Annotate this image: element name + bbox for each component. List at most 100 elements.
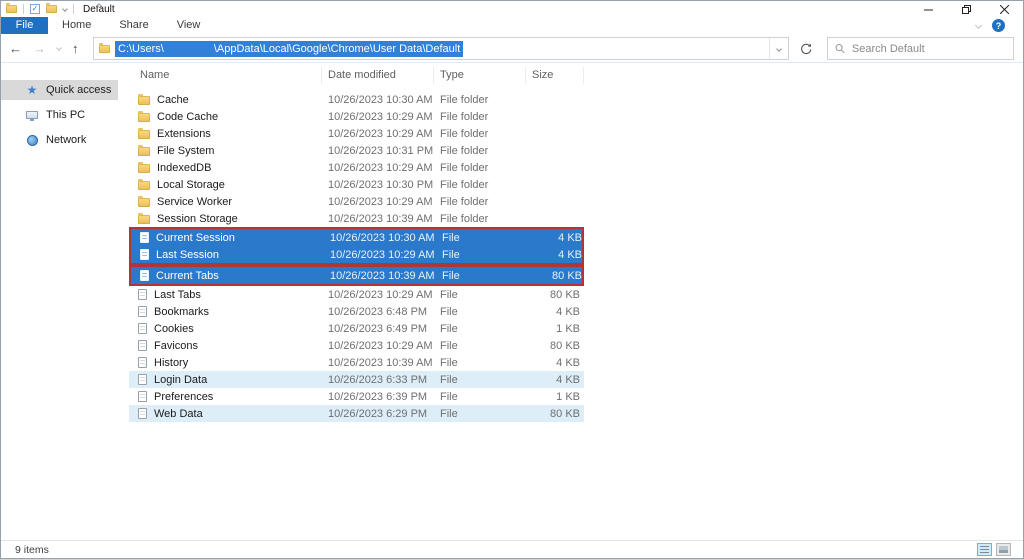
- table-row[interactable]: Current Session 10/26/2023 10:30 AM File 4 …: [131, 229, 582, 246]
- file-type: File folder: [440, 93, 489, 106]
- file-date: 10/26/2023 10:31 PM: [328, 144, 434, 157]
- address-folder-icon: [99, 42, 110, 53]
- table-row[interactable]: Extensions 10/26/2023 10:29 AM File folder: [129, 125, 584, 142]
- table-row[interactable]: Cache 10/26/2023 10:30 AM File folder: [129, 91, 584, 108]
- table-row[interactable]: IndexedDB 10/26/2023 10:29 AM File folder: [129, 159, 584, 176]
- file-name-cell: Web Data: [129, 408, 322, 420]
- table-row[interactable]: Web Data 10/26/2023 6:29 PM File 80 KB: [129, 405, 584, 422]
- file-date: 10/26/2023 10:29 AM: [328, 161, 433, 174]
- file-type: File folder: [440, 178, 489, 191]
- close-button[interactable]: [985, 1, 1023, 17]
- tab-view[interactable]: View: [163, 17, 215, 34]
- column-header-name[interactable]: Name: [126, 67, 322, 84]
- address-path-selected: C:\Users\ \AppData\Local\Google\Chrome\Us…: [115, 40, 464, 57]
- file-name-cell: Cache: [129, 93, 322, 106]
- file-name: Web Data: [154, 407, 203, 420]
- search-icon: [835, 44, 845, 54]
- sidebar-item-quick-access[interactable]: Quick access: [1, 80, 118, 100]
- file-icon: [138, 374, 147, 385]
- file-type: File: [440, 288, 458, 301]
- refresh-button[interactable]: [795, 37, 817, 60]
- table-row[interactable]: Last Tabs 10/26/2023 10:29 AM File 80 KB: [129, 286, 584, 303]
- annotation-red-box: Current Tabs 10/26/2023 10:39 AM File 80 KB: [129, 265, 584, 286]
- file-icon: [138, 306, 147, 317]
- minimize-button[interactable]: [909, 1, 947, 17]
- file-size: 4 KB: [556, 373, 580, 386]
- file-name: Code Cache: [157, 110, 219, 123]
- file-type: File folder: [440, 195, 489, 208]
- file-type: File: [440, 356, 458, 369]
- table-row[interactable]: File System 10/26/2023 10:31 PM File folde…: [129, 142, 584, 159]
- file-name-cell: Preferences: [129, 391, 322, 403]
- sidebar-item-network[interactable]: Network: [1, 130, 118, 150]
- file-name: Last Session: [156, 248, 219, 261]
- table-row[interactable]: Current Tabs 10/26/2023 10:39 AM File 80 KB: [131, 267, 582, 284]
- table-row[interactable]: Code Cache 10/26/2023 10:29 AM File folder: [129, 108, 584, 125]
- help-button[interactable]: ?: [992, 19, 1005, 32]
- column-header-size[interactable]: Size: [526, 67, 584, 84]
- file-icon: [140, 232, 149, 243]
- file-name-cell: Login Data: [129, 374, 322, 386]
- recent-locations-chevron-icon[interactable]: [56, 45, 62, 51]
- tab-home[interactable]: Home: [48, 17, 105, 34]
- address-dropdown-button[interactable]: [769, 38, 788, 59]
- qat-customize-chevron-icon[interactable]: [62, 6, 68, 12]
- search-input[interactable]: [851, 42, 1006, 55]
- file-name: Service Worker: [157, 195, 232, 208]
- table-row[interactable]: History 10/26/2023 10:39 AM File 4 KB: [129, 354, 584, 371]
- view-toggles: [977, 543, 1011, 556]
- table-row[interactable]: Favicons 10/26/2023 10:29 AM File 80 KB: [129, 337, 584, 354]
- file-name-cell: Last Tabs: [129, 289, 322, 301]
- file-size: 4 KB: [556, 356, 580, 369]
- folder-icon: [138, 127, 150, 139]
- separator: [23, 4, 24, 14]
- forward-button[interactable]: →: [33, 42, 46, 55]
- monitor-icon: [26, 111, 38, 121]
- file-name: Last Tabs: [154, 288, 201, 301]
- ribbon-tabs: File Home Share View: [1, 17, 1023, 34]
- star-icon: [27, 84, 38, 96]
- file-type: File: [442, 248, 460, 261]
- file-size: 80 KB: [550, 288, 580, 301]
- file-name: Current Tabs: [156, 269, 219, 282]
- file-date: 10/26/2023 10:29 AM: [328, 195, 433, 208]
- file-date: 10/26/2023 10:39 AM: [330, 269, 435, 282]
- table-row[interactable]: Cookies 10/26/2023 6:49 PM File 1 KB: [129, 320, 584, 337]
- restore-button[interactable]: [947, 1, 985, 17]
- address-bar[interactable]: C:\Users\ \AppData\Local\Google\Chrome\Us…: [93, 37, 789, 60]
- column-header-date-modified[interactable]: Date modified: [322, 67, 434, 84]
- table-row[interactable]: Last Session 10/26/2023 10:29 AM File 4 KB: [131, 246, 582, 263]
- file-explorer-window: Default FileHomeShareView ? ← →: [0, 0, 1024, 559]
- file-name: Extensions: [157, 127, 211, 140]
- file-type: File: [442, 231, 460, 244]
- details-view-button[interactable]: [977, 543, 992, 556]
- table-row[interactable]: Service Worker 10/26/2023 10:29 AM File fo…: [129, 193, 584, 210]
- folder-icon: [138, 161, 150, 173]
- up-button[interactable]: ↑: [72, 42, 79, 55]
- table-row[interactable]: Local Storage 10/26/2023 10:30 PM File fol…: [129, 176, 584, 193]
- file-date: 10/26/2023 10:30 AM: [328, 93, 433, 106]
- tab-share[interactable]: Share: [105, 17, 162, 34]
- large-icons-view-button[interactable]: [996, 543, 1011, 556]
- file-size: 80 KB: [550, 407, 580, 420]
- column-header-type[interactable]: Type: [434, 67, 526, 84]
- file-type: File: [440, 407, 458, 420]
- file-date: 10/26/2023 10:29 AM: [328, 339, 433, 352]
- file-date: 10/26/2023 10:29 AM: [328, 288, 433, 301]
- properties-button[interactable]: [30, 4, 40, 14]
- file-name-cell: Session Storage: [129, 212, 322, 225]
- table-row[interactable]: Session Storage 10/26/2023 10:39 AM File f…: [129, 210, 584, 227]
- file-size: 4 KB: [558, 231, 582, 244]
- tab-file[interactable]: File: [1, 17, 48, 34]
- table-row[interactable]: Preferences 10/26/2023 6:39 PM File 1 KB: [129, 388, 584, 405]
- back-button[interactable]: ←: [9, 42, 22, 55]
- file-name: Preferences: [154, 390, 214, 403]
- table-row[interactable]: Login Data 10/26/2023 6:33 PM File 4 KB: [129, 371, 584, 388]
- sidebar-item-this-pc[interactable]: This PC: [1, 105, 118, 125]
- annotation-red-box: Current Session 10/26/2023 10:30 AM File 4 …: [129, 227, 584, 265]
- file-name-cell: History: [129, 357, 322, 369]
- file-date: 10/26/2023 6:49 PM: [328, 322, 428, 335]
- table-row[interactable]: Bookmarks 10/26/2023 6:48 PM File 4 KB: [129, 303, 584, 320]
- expand-ribbon-chevron-icon[interactable]: [974, 21, 983, 30]
- new-folder-button[interactable]: [46, 3, 57, 13]
